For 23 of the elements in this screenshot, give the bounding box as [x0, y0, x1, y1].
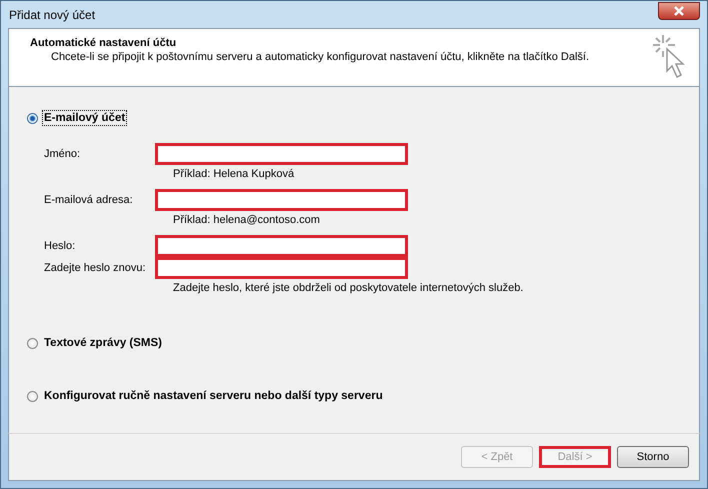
close-icon	[672, 6, 686, 16]
close-button[interactable]	[658, 2, 700, 20]
hint-text: Příklad: helena@contoso.com	[172, 214, 321, 226]
option-label[interactable]: Konfigurovat ručně nastavení serveru nebo další typy serveru	[42, 388, 385, 404]
option-label[interactable]: Textové zprávy (SMS)	[42, 335, 164, 351]
field-label: Jméno:	[44, 148, 82, 160]
hint-text: Příklad: Helena Kupková	[172, 168, 296, 180]
input-field[interactable]	[155, 143, 408, 165]
header-title: Automatické nastavení účtu	[30, 37, 178, 49]
hint-text: Zadejte heslo, které jste obdrželi od poskytovatele internetových služeb.	[172, 282, 524, 294]
option-label[interactable]: E-mailový účet	[42, 110, 128, 126]
field-label: Zadejte heslo znovu:	[44, 262, 147, 274]
field-label: E-mailová adresa:	[44, 194, 134, 206]
input-field[interactable]	[155, 189, 408, 211]
input-field[interactable]	[155, 235, 408, 257]
radio-button[interactable]	[27, 390, 38, 402]
radio-button[interactable]	[27, 112, 38, 124]
radio-button[interactable]	[27, 338, 38, 348]
field-label: Heslo:	[44, 240, 76, 252]
window-title: Přidat nový účet	[8, 8, 96, 22]
header-description: Chcete-li se připojit k poštovnímu serveru a automaticky konfigurovat nastavení účtu, klikněte na tlačítko Další.	[50, 51, 590, 63]
dialog-button[interactable]: Storno	[617, 446, 689, 468]
input-field[interactable]	[155, 257, 408, 279]
